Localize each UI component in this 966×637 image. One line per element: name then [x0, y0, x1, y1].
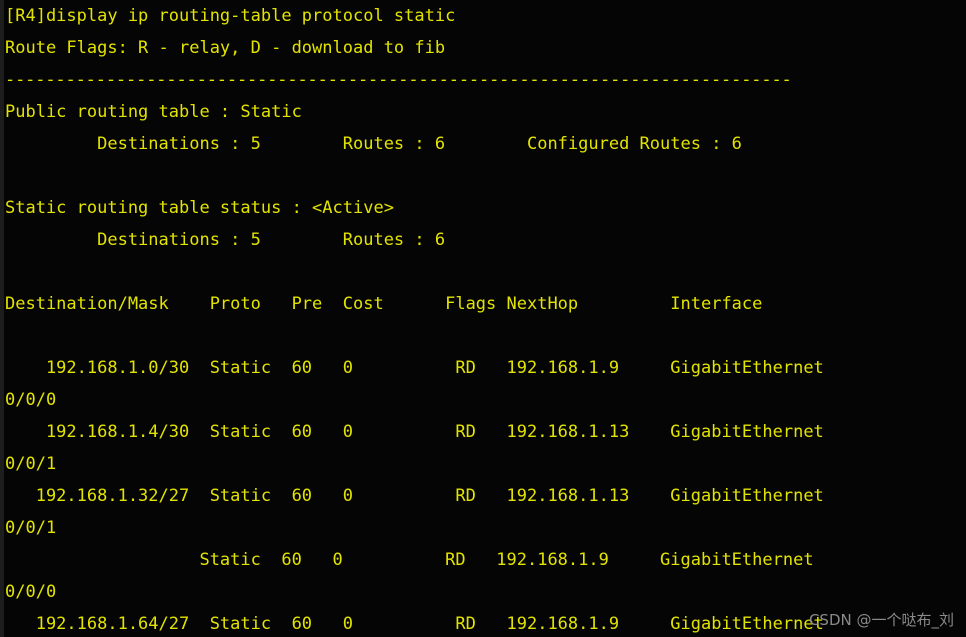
static-table-active-summary: Destinations : 5 Routes : 6: [5, 230, 446, 250]
separator-rule: ----------------------------------------…: [5, 70, 792, 90]
command-line: [R4]display ip routing-table protocol st…: [5, 6, 456, 26]
route-table-header: Destination/Mask Proto Pre Cost Flags Ne…: [5, 294, 763, 314]
route-row: Static 60 0 RD 192.168.1.9 GigabitEthern…: [5, 550, 814, 570]
route-flags-legend: Route Flags: R - relay, D - download to …: [5, 38, 446, 58]
route-row: 192.168.1.4/30 Static 60 0 RD 192.168.1.…: [5, 422, 824, 442]
static-table-active-status: Static routing table status : <Active>: [5, 198, 394, 218]
route-row-wrap: 0/0/1: [5, 518, 57, 538]
terminal-window[interactable]: [R4]display ip routing-table protocol st…: [0, 0, 966, 637]
route-row-wrap: 0/0/1: [5, 454, 57, 474]
terminal-output: [R4]display ip routing-table protocol st…: [5, 0, 966, 637]
csdn-watermark: CSDN @一个哒布_刘: [808, 611, 954, 629]
public-routing-table-title: Public routing table : Static: [5, 102, 302, 122]
route-row-wrap: 0/0/0: [5, 582, 57, 602]
route-row: 192.168.1.0/30 Static 60 0 RD 192.168.1.…: [5, 358, 824, 378]
route-row: 192.168.1.32/27 Static 60 0 RD 192.168.1…: [5, 486, 824, 506]
terminal-left-gutter: [0, 0, 4, 637]
public-routing-table-summary: Destinations : 5 Routes : 6 Configured R…: [5, 134, 742, 154]
route-row-wrap: 0/0/0: [5, 390, 57, 410]
